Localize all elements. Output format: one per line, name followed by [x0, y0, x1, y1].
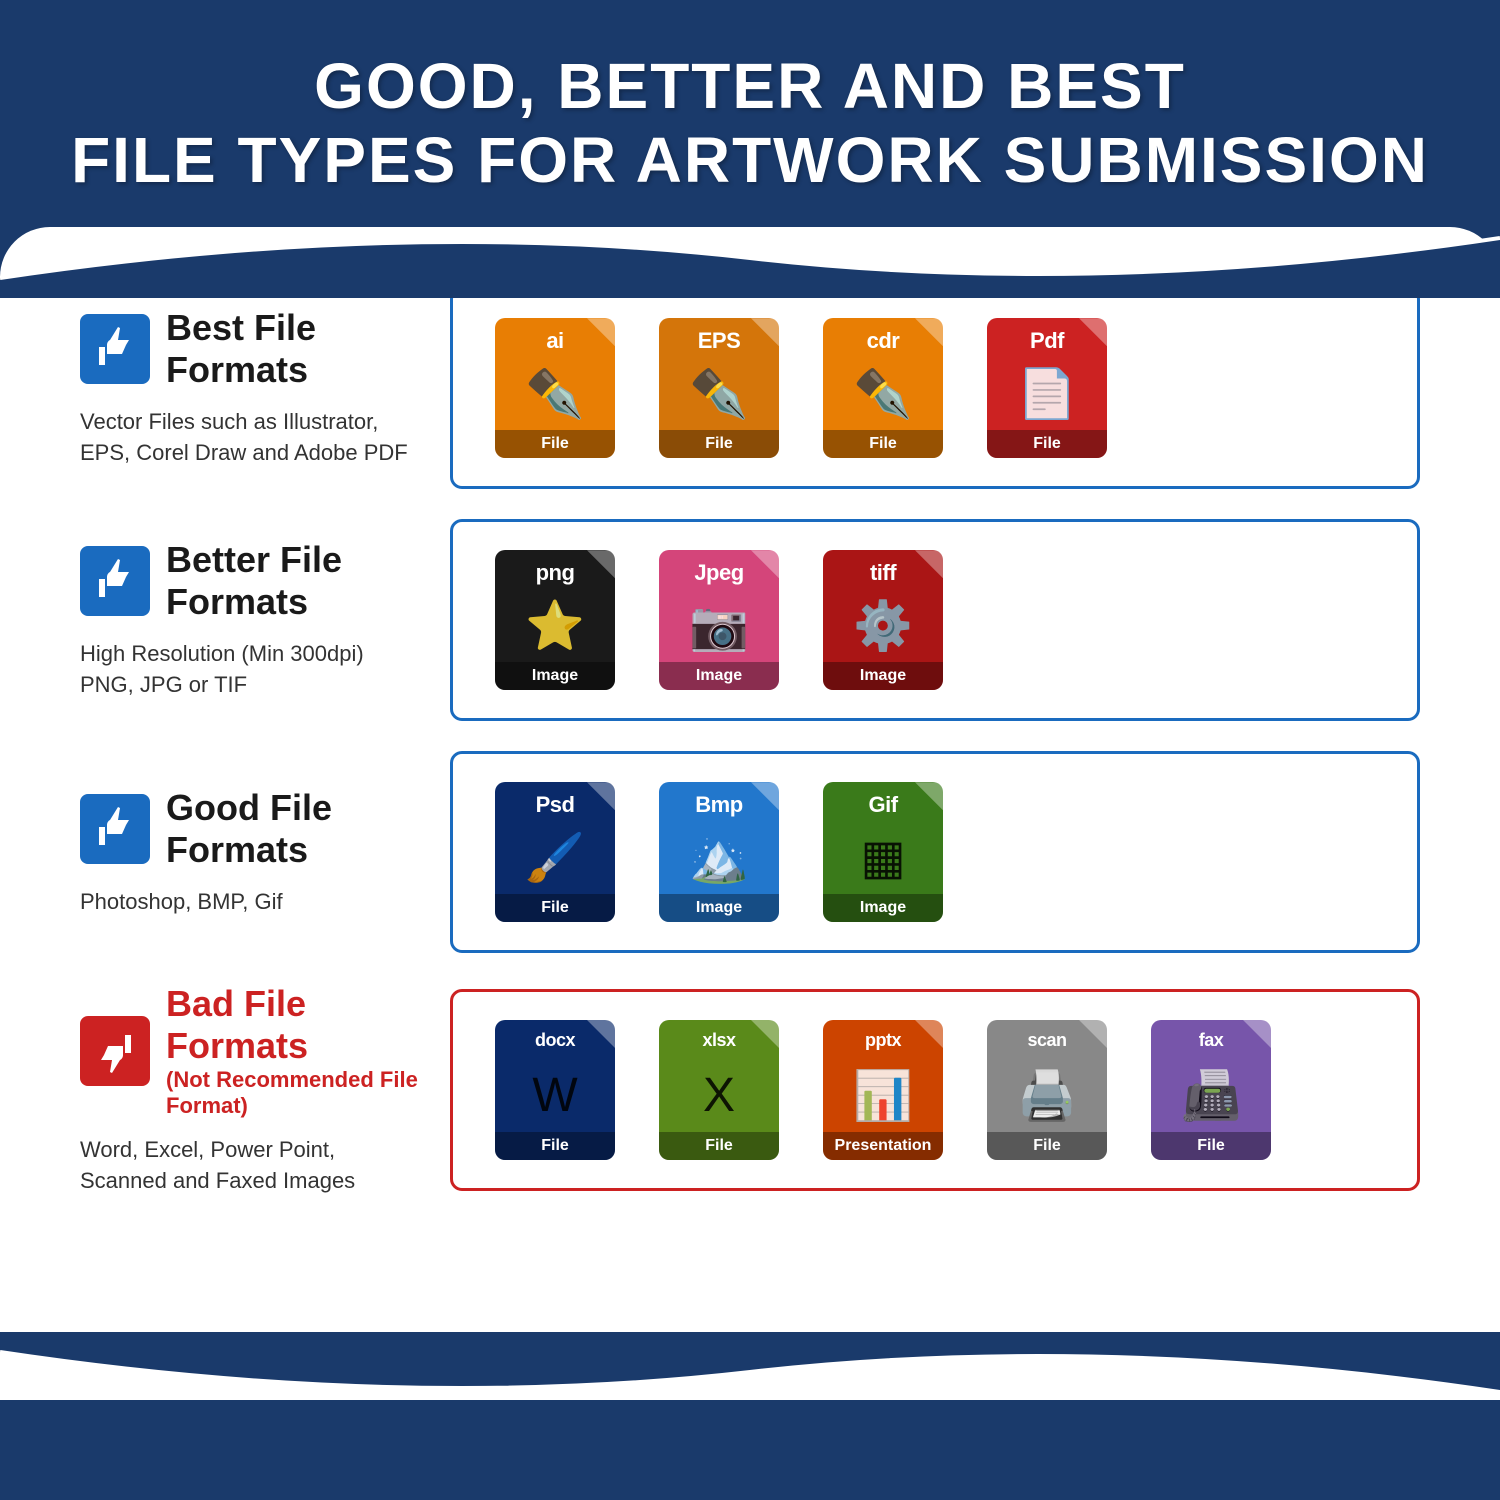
- best-desc: Vector Files such as Illustrator,EPS, Co…: [80, 407, 420, 469]
- cdr-file-icon: cdr ✒️ File: [813, 318, 953, 458]
- best-thumb-icon: [80, 314, 150, 384]
- good-thumb-icon: [80, 794, 150, 864]
- best-files-panel: ai ✒️ File EPS ✒️ File cdr: [450, 287, 1420, 489]
- page-wrapper: GOOD, BETTER AND BEST FILE TYPES FOR ART…: [0, 0, 1500, 1500]
- pptx-file-icon: pptx 📊 Presentation: [813, 1020, 953, 1160]
- bmp-file-icon: Bmp 🏔️ Image: [649, 782, 789, 922]
- best-row: Best File Formats Vector Files such as I…: [80, 287, 1420, 489]
- psd-file-icon: Psd 🖌️ File: [485, 782, 625, 922]
- better-thumb-icon: [80, 546, 150, 616]
- good-row: Good File Formats Photoshop, BMP, Gif Ps…: [80, 751, 1420, 953]
- docx-file-icon: docx W File: [485, 1020, 625, 1160]
- good-label: Good File Formats: [166, 787, 420, 871]
- ai-file-icon: ai ✒️ File: [485, 318, 625, 458]
- scan-file-icon: scan 🖨️ File: [977, 1020, 1117, 1160]
- content-area: Best File Formats Vector Files such as I…: [0, 227, 1500, 1400]
- jpeg-file-icon: Jpeg 📷 Image: [649, 550, 789, 690]
- bad-thumb-icon: [80, 1016, 150, 1086]
- bad-files-panel: docx W File xlsx X File pptx: [450, 989, 1420, 1191]
- xlsx-file-icon: xlsx X File: [649, 1020, 789, 1160]
- thumbs-up-icon-2: [93, 559, 137, 603]
- tiff-file-icon: tiff ⚙️ Image: [813, 550, 953, 690]
- better-row: Better File Formats High Resolution (Min…: [80, 519, 1420, 721]
- gif-file-icon: Gif ▦ Image: [813, 782, 953, 922]
- better-files-panel: png ⭐ Image Jpeg 📷 Image tiff: [450, 519, 1420, 721]
- best-label: Best File Formats: [166, 307, 420, 391]
- title-section: GOOD, BETTER AND BEST FILE TYPES FOR ART…: [0, 0, 1500, 227]
- thumbs-down-icon: [93, 1029, 137, 1073]
- better-label: Better File Formats: [166, 539, 420, 623]
- better-desc: High Resolution (Min 300dpi)PNG, JPG or …: [80, 639, 420, 701]
- best-info: Best File Formats Vector Files such as I…: [80, 307, 420, 469]
- good-info: Good File Formats Photoshop, BMP, Gif: [80, 787, 420, 918]
- thumbs-up-icon-3: [93, 807, 137, 851]
- thumbs-up-icon: [93, 327, 137, 371]
- fax-file-icon: fax 📠 File: [1141, 1020, 1281, 1160]
- good-files-panel: Psd 🖌️ File Bmp 🏔️ Image Gif: [450, 751, 1420, 953]
- pdf-file-icon: Pdf 📄 File: [977, 318, 1117, 458]
- better-info: Better File Formats High Resolution (Min…: [80, 539, 420, 701]
- bad-sublabel: (Not Recommended File Format): [166, 1067, 420, 1119]
- bad-label: Bad File Formats: [166, 983, 308, 1066]
- footer-dark: [0, 1400, 1500, 1500]
- good-desc: Photoshop, BMP, Gif: [80, 887, 420, 918]
- eps-file-icon: EPS ✒️ File: [649, 318, 789, 458]
- png-file-icon: png ⭐ Image: [485, 550, 625, 690]
- main-title: GOOD, BETTER AND BEST FILE TYPES FOR ART…: [60, 50, 1440, 197]
- bad-desc: Word, Excel, Power Point,Scanned and Fax…: [80, 1135, 420, 1197]
- bad-row: Bad File Formats (Not Recommended File F…: [80, 983, 1420, 1197]
- bad-info: Bad File Formats (Not Recommended File F…: [80, 983, 420, 1197]
